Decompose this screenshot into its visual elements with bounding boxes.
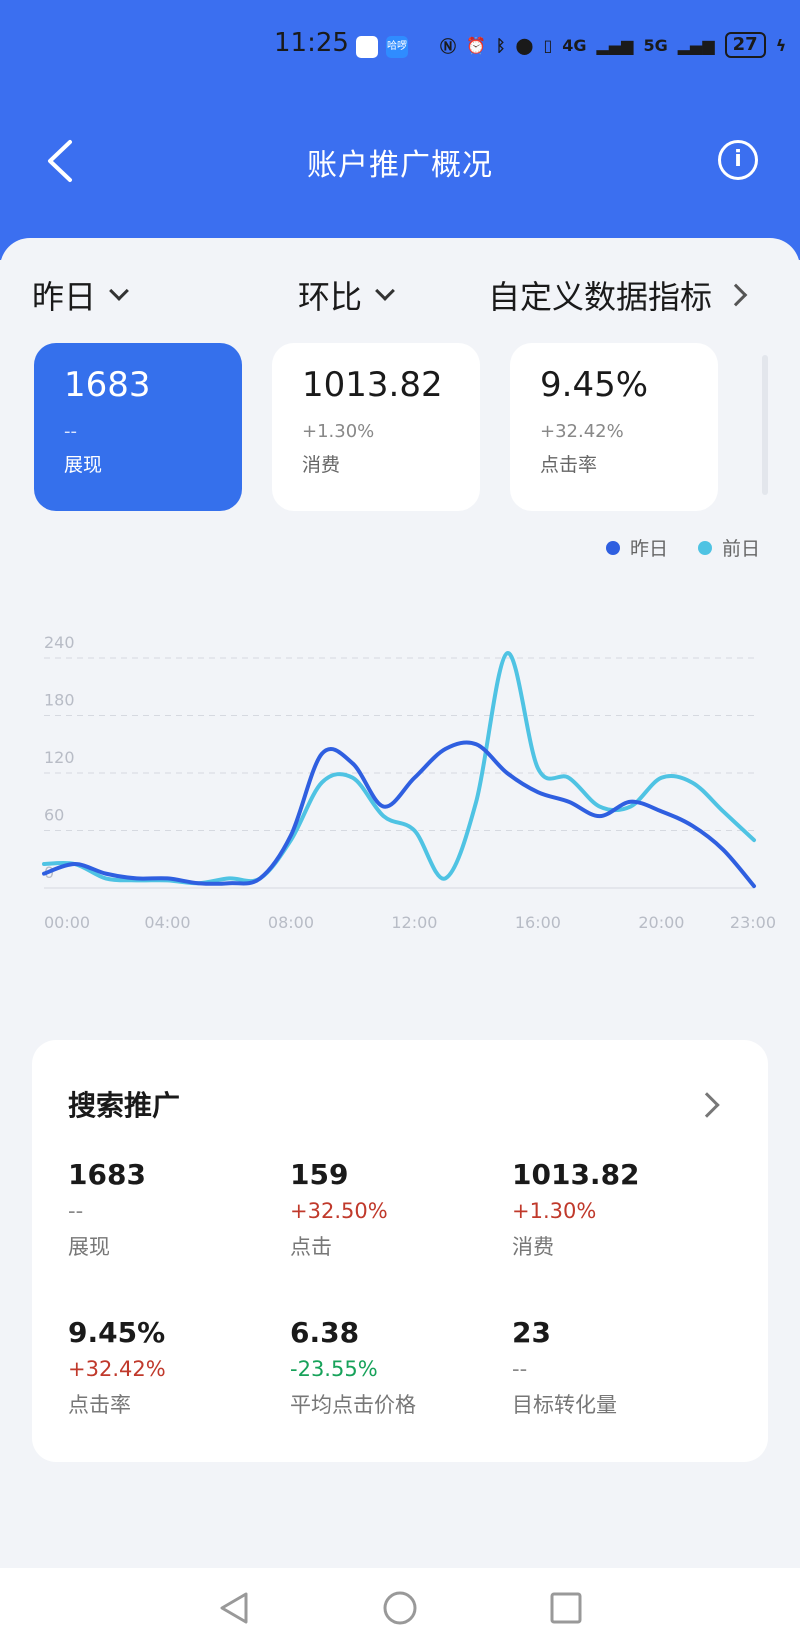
status-time: 11:25 [274,28,349,58]
panel-metric-label: 消费 [512,1235,554,1259]
metric-card-change: -- [64,421,77,442]
panel-metric-change: +32.50% [290,1199,388,1223]
date-filter-label: 昨日 [32,278,97,316]
system-nav-bar [0,1568,800,1650]
panel-metric-change: -23.55% [290,1357,378,1381]
legend-label-before: 前日 [721,538,760,560]
chevron-right-icon[interactable] [694,1092,720,1118]
y-tick-label: 120 [44,748,75,767]
series-line-before [42,651,756,886]
metric-card-label: 展现 [64,454,103,476]
chevron-right-icon [724,283,748,307]
metric-card-label: 点击率 [540,454,598,476]
legend-label-yesterday: 昨日 [629,538,668,560]
nav-back-icon[interactable] [214,1588,254,1628]
x-tick-label: 12:00 [391,913,437,932]
metric-card-ctr[interactable]: 9.45% +32.42% 点击率 [510,343,718,511]
panel-metric-label: 点击率 [68,1393,131,1417]
metric-card-impressions[interactable]: 1683 -- 展现 [34,343,242,511]
filter-bar: 昨日 环比 自定义数据指标 [0,272,800,322]
location-icon: ⬤ [515,35,534,55]
panel-metric-change: -- [68,1199,84,1223]
panel-metric-conversions: 23 -- 目标转化量 [512,1316,732,1419]
battery-icon: 27 [724,32,766,58]
panel-metric-value: 9.45% [68,1316,166,1349]
panel-metric-change: +32.42% [68,1357,166,1381]
x-tick-label: 00:00 [44,913,90,932]
metric-card-value: 9.45% [540,365,649,405]
charging-icon: ϟ [775,35,787,55]
app-badge-icon: 哈啰 [386,36,408,58]
search-promotion-panel: 搜索推广 1683 -- 展现 159 +32.50% 点击 1013.82 +… [32,1040,768,1462]
panel-metric-value: 23 [512,1316,551,1349]
vibrate-icon: ▯ [543,35,553,55]
panel-metric-cost: 1013.82 +1.30% 消费 [512,1158,732,1261]
panel-metric-value: 6.38 [290,1316,360,1349]
panel-metric-avg-cpc: 6.38 -23.55% 平均点击价格 [290,1316,510,1419]
panel-metric-change: +1.30% [512,1199,597,1223]
app-notification-icon [356,36,378,58]
trend-chart: 24018012060000:00 04:00 08:00 12:00 16:00 20:… [42,633,776,932]
panel-title: 搜索推广 [68,1089,181,1122]
panel-metric-label: 目标转化量 [512,1393,617,1417]
navigation-bar: 账户推广概况 i [0,130,800,190]
panel-metric-value: 159 [290,1158,349,1191]
x-tick-label: 20:00 [638,913,684,932]
panel-metric-clicks: 159 +32.50% 点击 [290,1158,510,1261]
panel-metric-label: 展现 [68,1235,110,1259]
panel-metric-label: 平均点击价格 [290,1393,416,1417]
signal2-icon: ▂▄▆ [677,35,715,55]
panel-metric-change: -- [512,1357,528,1381]
x-tick-label: 08:00 [268,913,314,932]
chart-legend: 昨日 前日 [605,534,760,561]
info-icon[interactable]: i [718,140,758,180]
compare-filter-label: 环比 [298,278,363,316]
legend-item-yesterday: 昨日 [605,534,668,561]
metric-cards: 1683 -- 展现 1013.82 +1.30% 消费 9.45% +32.4… [34,343,718,511]
metric-card-change: +1.30% [302,421,375,442]
y-tick-label: 240 [44,633,75,652]
chevron-down-icon [109,281,129,301]
x-tick-label: 23:00 [730,913,776,932]
date-filter-dropdown[interactable]: 昨日 [32,272,129,318]
x-tick-label: 16:00 [515,913,561,932]
status-icons: Ⓝ ⏰ ᛒ ⬤ ▯ 4G ▂▄▆ 5G ▂▄▆ 27 ϟ [440,32,786,58]
nav-recents-icon[interactable] [546,1588,586,1628]
alarm-icon: ⏰ [466,35,486,55]
legend-item-before: 前日 [697,534,760,561]
legend-dot-before [697,540,712,555]
metric-card-label: 消费 [302,454,341,476]
y-tick-label: 180 [44,691,75,710]
page-title: 账户推广概况 [307,148,493,183]
metric-card-cost[interactable]: 1013.82 +1.30% 消费 [272,343,480,511]
custom-metrics-label: 自定义数据指标 [488,278,713,316]
status-bar: 11:25 哈啰 Ⓝ ⏰ ᛒ ⬤ ▯ 4G ▂▄▆ 5G ▂▄▆ 27 ϟ [0,26,800,66]
chevron-down-icon [375,281,395,301]
more-cards-indicator[interactable] [762,355,768,495]
compare-filter-dropdown[interactable]: 环比 [298,272,395,318]
panel-metric-value: 1683 [68,1158,146,1191]
metric-card-value: 1683 [64,365,151,405]
network-4g-label: 4G [562,35,587,55]
bluetooth-icon: ᛒ [495,35,506,55]
signal-icon: ▂▄▆ [596,35,634,55]
series-line-yesterday [42,740,756,889]
metric-card-value: 1013.82 [302,365,443,405]
panel-metric-impressions: 1683 -- 展现 [68,1158,288,1261]
legend-dot-yesterday [605,540,620,555]
y-tick-label: 60 [44,806,64,825]
panel-metric-ctr: 9.45% +32.42% 点击率 [68,1316,288,1419]
metric-card-change: +32.42% [540,421,624,442]
custom-metrics-link[interactable]: 自定义数据指标 [488,272,748,318]
x-tick-label: 04:00 [144,913,190,932]
network-5g-label: 5G [643,35,668,55]
nav-home-icon[interactable] [380,1588,420,1628]
panel-metric-value: 1013.82 [512,1158,640,1191]
nfc-icon: Ⓝ [440,37,457,56]
panel-metric-label: 点击 [290,1235,332,1259]
